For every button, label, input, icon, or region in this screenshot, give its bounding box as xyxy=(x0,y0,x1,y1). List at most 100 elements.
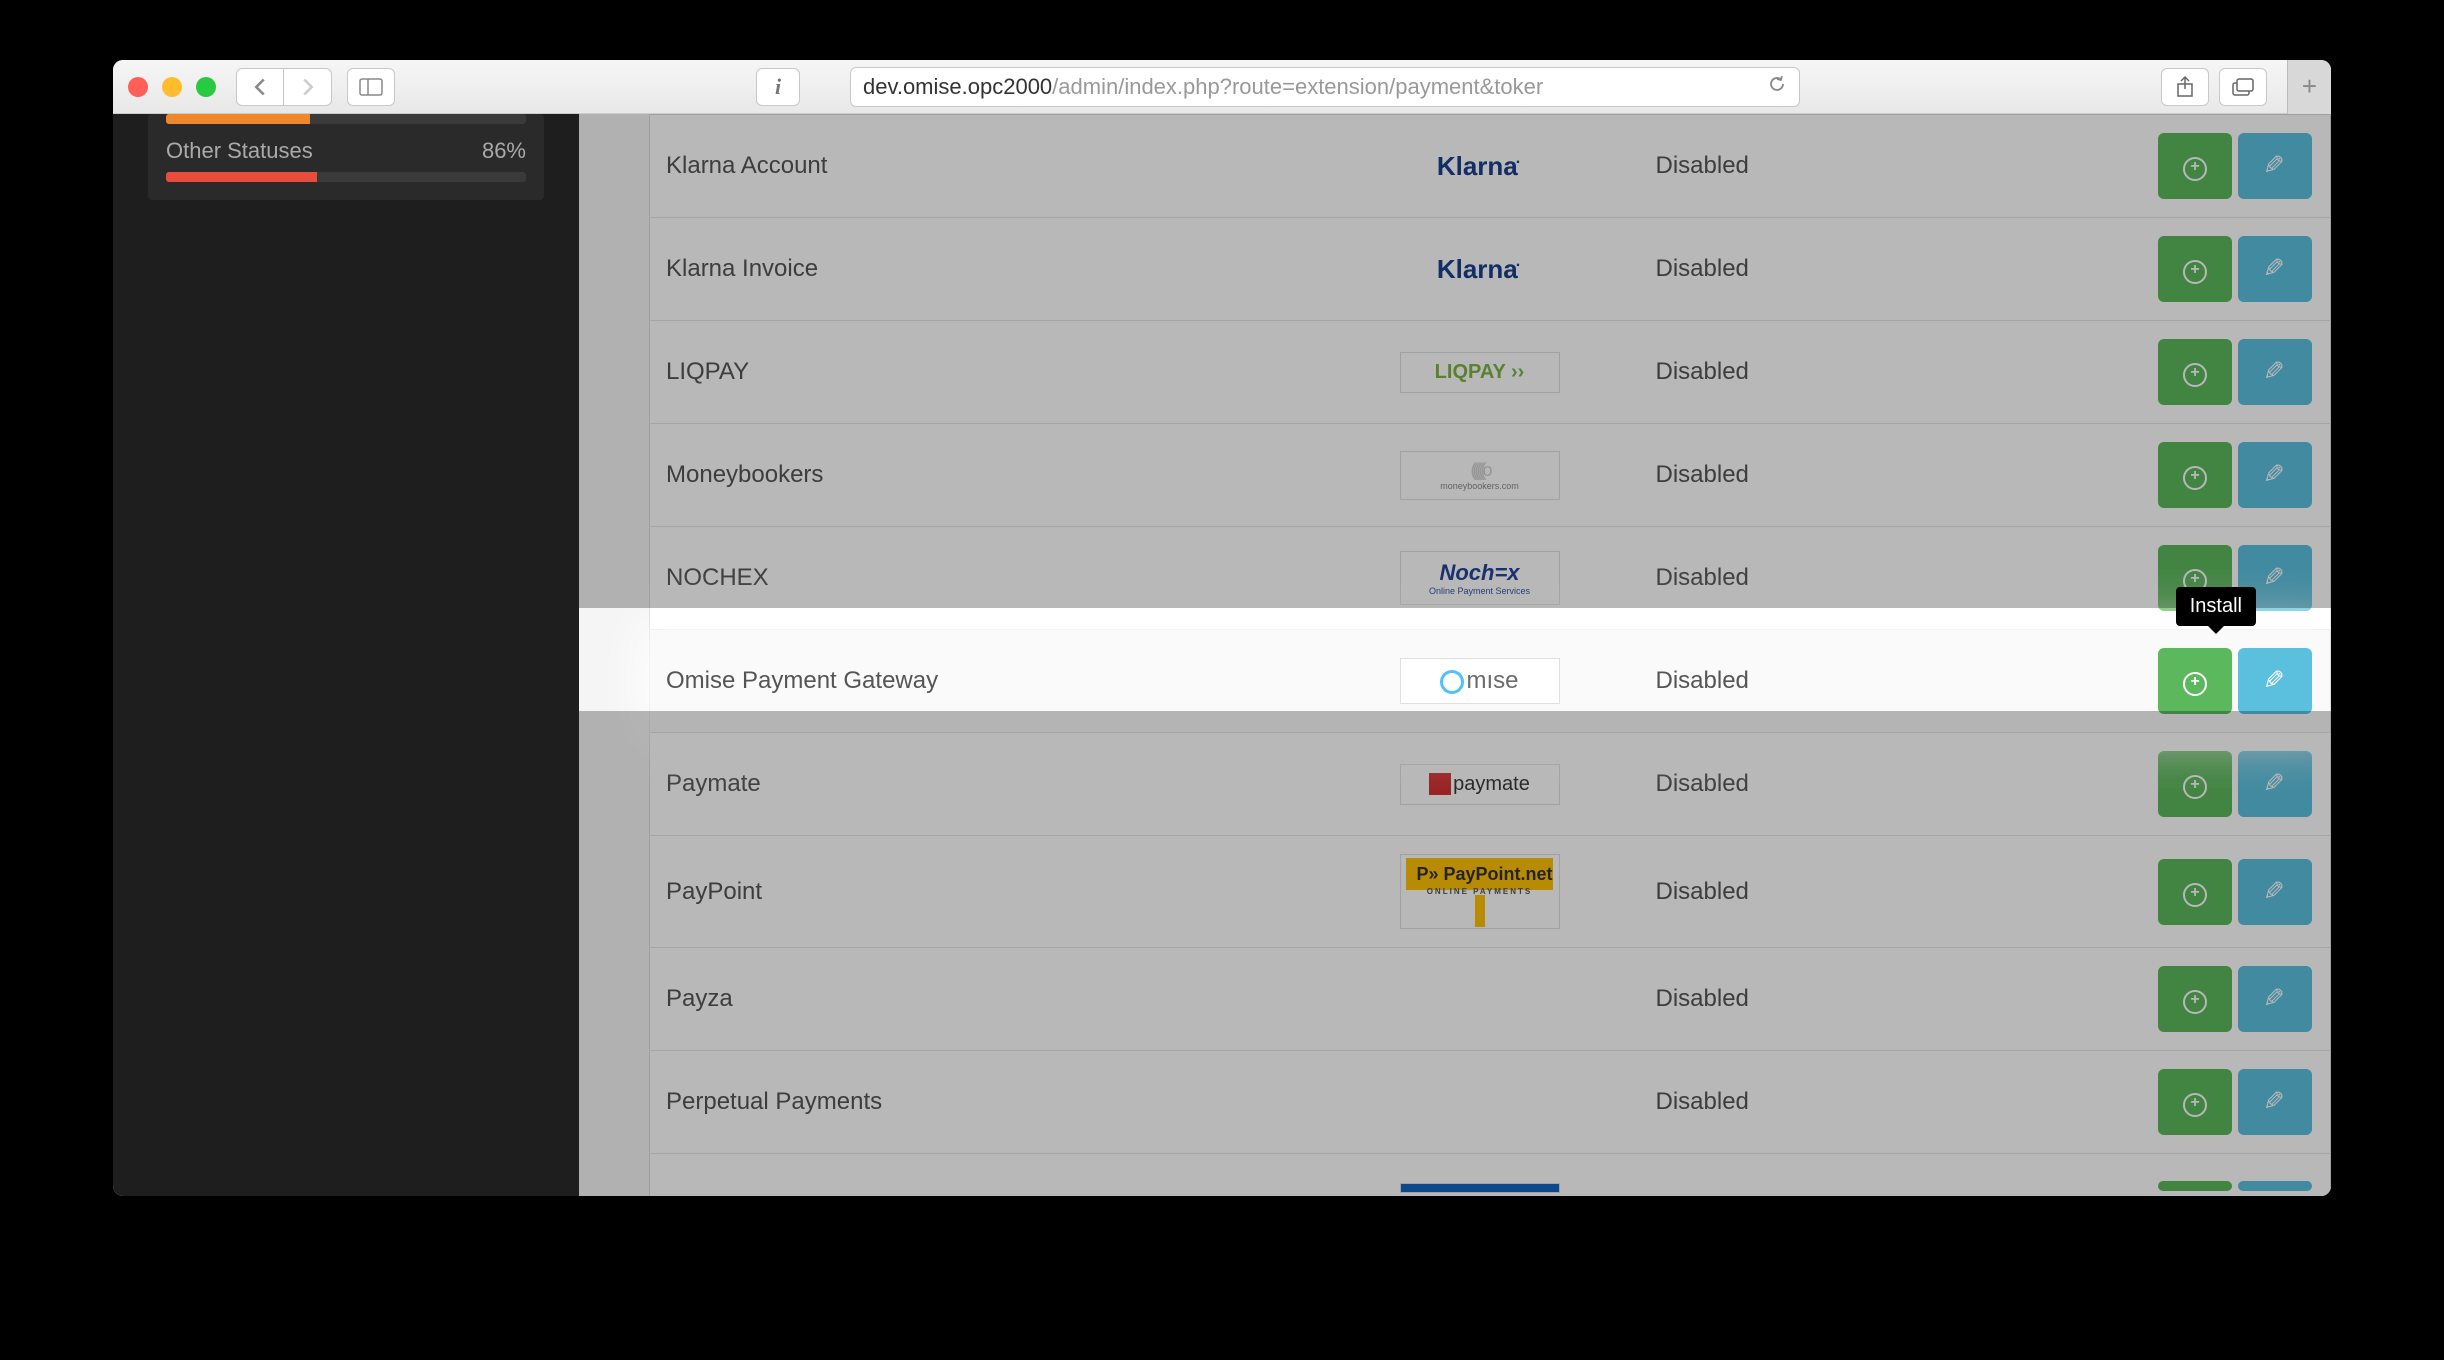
payment-sort-order xyxy=(1790,115,1990,218)
pencil-icon xyxy=(2263,360,2287,384)
share-button[interactable] xyxy=(2161,68,2209,106)
edit-button[interactable] xyxy=(2238,966,2312,1032)
install-tooltip: Install xyxy=(2176,587,2256,626)
payment-name: Omise Payment Gateway xyxy=(650,630,1320,733)
pencil-icon xyxy=(2263,257,2287,281)
edit-button[interactable] xyxy=(2238,1181,2312,1191)
payment-sort-order xyxy=(1790,630,1990,733)
main-content: Klarna AccountKlarnaDisabledKlarna Invoi… xyxy=(579,114,2331,1196)
payment-sort-order xyxy=(1790,424,1990,527)
reader-button[interactable]: i xyxy=(756,68,800,106)
show-tabs-button[interactable] xyxy=(2219,68,2267,106)
payment-logo: ((((((omoneybookers.com xyxy=(1320,424,1640,527)
table-row: NOCHEXNoch=xOnline Payment ServicesDisab… xyxy=(650,527,2331,630)
toolbar-right: + xyxy=(2161,60,2316,114)
payment-actions xyxy=(1990,836,2331,948)
status-label: Other Statuses xyxy=(166,138,313,164)
window-maximize-button[interactable] xyxy=(196,77,216,97)
plus-circle-icon xyxy=(2183,357,2207,387)
edit-button[interactable] xyxy=(2238,1069,2312,1135)
payment-sort-order xyxy=(1790,527,1990,630)
payment-actions xyxy=(1990,733,2331,836)
payment-sort-order xyxy=(1790,836,1990,948)
pencil-icon xyxy=(2263,987,2287,1011)
table-row: Perpetual PaymentsDisabled xyxy=(650,1051,2331,1154)
edit-button[interactable] xyxy=(2238,859,2312,925)
install-button[interactable] xyxy=(2158,751,2232,817)
install-button[interactable] xyxy=(2158,339,2232,405)
table-row: Payza Disabled xyxy=(650,948,2331,1051)
payment-logo xyxy=(1320,1051,1640,1154)
payment-status: Disabled xyxy=(1640,630,1790,733)
plus-circle-icon xyxy=(2183,151,2207,181)
window-close-button[interactable] xyxy=(128,77,148,97)
payment-actions xyxy=(1990,1051,2331,1154)
status-progress-0 xyxy=(166,114,526,124)
install-button[interactable] xyxy=(2158,966,2232,1032)
payment-name: Paymate xyxy=(650,733,1320,836)
sidebar-toggle-button[interactable] xyxy=(347,68,395,106)
payment-logo xyxy=(1320,948,1640,1051)
payment-logo: LIQPAY ›› xyxy=(1320,321,1640,424)
payment-name: Klarna Account xyxy=(650,115,1320,218)
install-button[interactable] xyxy=(2158,648,2232,714)
new-tab-button[interactable]: + xyxy=(2287,60,2331,114)
payment-name: Payza xyxy=(650,948,1320,1051)
payment-logo: Noch=xOnline Payment Services xyxy=(1320,527,1640,630)
table-row: LIQPAYLIQPAY ››Disabled xyxy=(650,321,2331,424)
payment-sort-order xyxy=(1790,1051,1990,1154)
payment-sort-order xyxy=(1790,321,1990,424)
pencil-icon xyxy=(2263,669,2287,693)
edit-button[interactable] xyxy=(2238,339,2312,405)
pencil-icon xyxy=(2263,772,2287,796)
install-button[interactable] xyxy=(2158,1181,2232,1191)
payment-name: NOCHEX xyxy=(650,527,1320,630)
status-card: Other Statuses 86% xyxy=(148,114,544,200)
payment-sort-order xyxy=(1790,218,1990,321)
payment-actions xyxy=(1990,527,2331,630)
traffic-lights xyxy=(128,77,216,97)
payment-extensions-table: Klarna AccountKlarnaDisabledKlarna Invoi… xyxy=(649,114,2331,1196)
edit-button[interactable] xyxy=(2238,648,2312,714)
edit-button[interactable] xyxy=(2238,133,2312,199)
url-text: dev.omise.opc2000/admin/index.php?route=… xyxy=(863,74,1543,100)
payment-status: Disabled xyxy=(1640,115,1790,218)
table-row: Klarna InvoiceKlarnaDisabled xyxy=(650,218,2331,321)
payment-status: Disabled xyxy=(1640,948,1790,1051)
payment-actions xyxy=(1990,321,2331,424)
admin-sidebar: Other Statuses 86% xyxy=(113,114,579,1196)
edit-button[interactable] xyxy=(2238,236,2312,302)
edit-button[interactable] xyxy=(2238,442,2312,508)
pencil-icon xyxy=(2263,880,2287,904)
payment-status: Disabled xyxy=(1640,321,1790,424)
table-row: Omise Payment GatewaymıseDisabled xyxy=(650,630,2331,733)
reload-button[interactable] xyxy=(1767,74,1787,100)
pencil-icon xyxy=(2263,566,2287,590)
install-button[interactable] xyxy=(2158,1069,2232,1135)
edit-button[interactable] xyxy=(2238,751,2312,817)
url-bar[interactable]: dev.omise.opc2000/admin/index.php?route=… xyxy=(850,67,1800,107)
payment-logo: Klarna xyxy=(1320,115,1640,218)
install-button[interactable] xyxy=(2158,442,2232,508)
url-section: i dev.omise.opc2000/admin/index.php?rout… xyxy=(435,67,2121,107)
window-minimize-button[interactable] xyxy=(162,77,182,97)
plus-circle-icon xyxy=(2183,460,2207,490)
table-row xyxy=(650,1154,2331,1197)
table-row: Klarna AccountKlarnaDisabled xyxy=(650,115,2331,218)
payment-status: Disabled xyxy=(1640,836,1790,948)
payment-name: Klarna Invoice xyxy=(650,218,1320,321)
payment-actions xyxy=(1990,115,2331,218)
plus-circle-icon xyxy=(2183,769,2207,799)
install-button[interactable] xyxy=(2158,133,2232,199)
status-percent: 86% xyxy=(482,138,526,164)
payment-sort-order xyxy=(1790,948,1990,1051)
nav-forward-button[interactable] xyxy=(284,68,332,106)
nav-back-button[interactable] xyxy=(236,68,284,106)
pencil-icon xyxy=(2263,463,2287,487)
install-button[interactable] xyxy=(2158,236,2232,302)
plus-circle-icon xyxy=(2183,666,2207,696)
status-row-1: Other Statuses 86% xyxy=(166,124,526,172)
plus-circle-icon xyxy=(2183,1087,2207,1117)
nav-back-forward-group xyxy=(236,68,332,106)
install-button[interactable] xyxy=(2158,859,2232,925)
